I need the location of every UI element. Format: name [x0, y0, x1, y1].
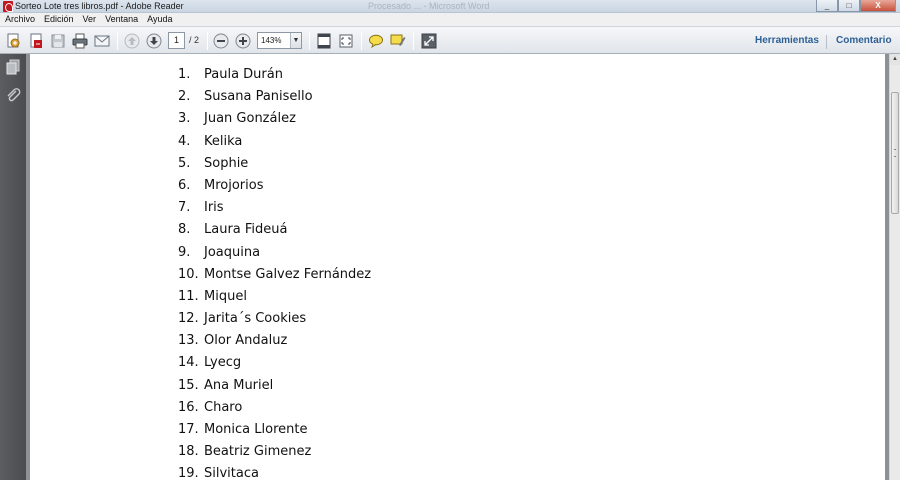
document-page[interactable]: 1. Paula Durán 2. Susana Panisello 3. Juan … — [30, 54, 885, 480]
item-name: Mrojorios — [204, 177, 264, 193]
menu-ver[interactable]: Ver — [83, 13, 97, 26]
item-name: Iris — [204, 200, 224, 216]
comment-link[interactable]: Comentario — [836, 32, 892, 50]
item-name: Joaquina — [204, 244, 261, 260]
pages-panel-icon[interactable] — [5, 59, 21, 75]
item-number: 7. — [178, 200, 191, 216]
item-number: 13. — [178, 333, 199, 349]
item-name: Montse Galvez Fernández — [204, 266, 372, 282]
item-name: Silvitaca — [204, 466, 259, 480]
item-number: 19. — [178, 466, 199, 480]
save-icon[interactable] — [49, 32, 67, 50]
email-icon[interactable] — [93, 32, 111, 50]
item-number: 2. — [178, 89, 191, 105]
item-number: 1. — [178, 67, 191, 82]
menu-ayuda[interactable]: Ayuda — [147, 13, 172, 26]
item-number: 8. — [178, 222, 191, 238]
menu-edicion[interactable]: Edición — [44, 13, 74, 26]
scrollbar-thumb[interactable] — [891, 92, 899, 214]
adobe-reader-icon — [3, 1, 13, 12]
attachment-icon[interactable] — [5, 87, 21, 103]
zoom-in-icon[interactable] — [234, 32, 252, 50]
item-number: 16. — [178, 399, 199, 415]
item-number: 15. — [178, 377, 199, 393]
navigation-pane — [0, 54, 26, 480]
window-controls: _ □ X — [816, 0, 896, 12]
toolbar-separator — [413, 32, 414, 50]
toolbar: 1 / 2 143% ▼ Herramientas Comentario — [0, 26, 900, 54]
menu-archivo[interactable]: Archivo — [5, 13, 35, 26]
title-bar: Sorteo Lote tres libros.pdf - Adobe Read… — [0, 0, 900, 13]
chevron-down-icon[interactable]: ▼ — [290, 33, 301, 48]
page-number-input[interactable]: 1 — [168, 32, 185, 49]
item-name: Jarita´s Cookies — [204, 311, 307, 327]
toolbar-separator — [361, 32, 362, 50]
item-name: Kelika — [204, 133, 243, 149]
toolbar-separator — [309, 32, 310, 50]
toolbar-separator — [207, 32, 208, 50]
full-screen-icon[interactable] — [420, 32, 438, 50]
item-name: Sophie — [204, 155, 249, 171]
item-number: 6. — [178, 177, 191, 193]
item-name: Lyecg — [204, 355, 242, 371]
item-number: 9. — [178, 244, 191, 260]
item-name: Monica Llorente — [204, 422, 308, 437]
background-window-title: Procesado ... - Microsoft Word — [368, 1, 490, 11]
zoom-value: 143% — [261, 36, 282, 45]
window-title: Sorteo Lote tres libros.pdf - Adobe Read… — [15, 1, 184, 11]
item-number: 4. — [178, 133, 191, 149]
item-number: 5. — [178, 155, 191, 171]
toolbar-separator — [826, 35, 827, 49]
highlight-icon[interactable] — [389, 32, 407, 50]
item-name: Beatriz Gimenez — [204, 444, 312, 460]
zoom-out-icon[interactable] — [212, 32, 230, 50]
item-name: Laura Fideuá — [204, 222, 288, 238]
vertical-scrollbar[interactable]: ▲ — [889, 54, 900, 480]
close-button[interactable]: X — [860, 0, 896, 12]
item-name: Olor Andaluz — [204, 333, 288, 349]
zoom-select[interactable]: 143% ▼ — [257, 32, 302, 49]
item-name: Juan González — [204, 111, 296, 127]
item-number: 17. — [178, 422, 199, 437]
create-pdf-icon[interactable] — [5, 32, 23, 50]
menu-ventana[interactable]: Ventana — [105, 13, 138, 26]
item-name: Susana Panisello — [204, 89, 313, 105]
item-number: 14. — [178, 355, 199, 371]
item-name: Ana Muriel — [204, 377, 274, 393]
tools-link[interactable]: Herramientas — [755, 32, 819, 50]
item-name: Miquel — [204, 288, 247, 304]
fit-width-icon[interactable] — [337, 32, 355, 50]
item-name: Charo — [204, 399, 243, 415]
item-number: 12. — [178, 311, 199, 327]
menu-bar: Archivo Edición Ver Ventana Ayuda — [0, 13, 900, 26]
combine-pdf-icon[interactable] — [27, 32, 45, 50]
item-number: 11. — [178, 288, 199, 304]
minimize-button[interactable]: _ — [816, 0, 838, 12]
next-page-icon[interactable] — [145, 32, 163, 50]
item-number: 3. — [178, 111, 191, 127]
previous-page-icon[interactable] — [123, 32, 141, 50]
item-name: Paula Durán — [204, 67, 283, 82]
fit-page-icon[interactable] — [315, 32, 333, 50]
maximize-button[interactable]: □ — [838, 0, 860, 12]
comment-icon[interactable] — [367, 32, 385, 50]
item-number: 18. — [178, 444, 199, 460]
page-total: / 2 — [189, 35, 200, 45]
print-icon[interactable] — [71, 32, 89, 50]
item-number: 10. — [178, 266, 199, 282]
toolbar-separator — [117, 32, 118, 50]
scroll-up-icon[interactable]: ▲ — [890, 54, 900, 65]
